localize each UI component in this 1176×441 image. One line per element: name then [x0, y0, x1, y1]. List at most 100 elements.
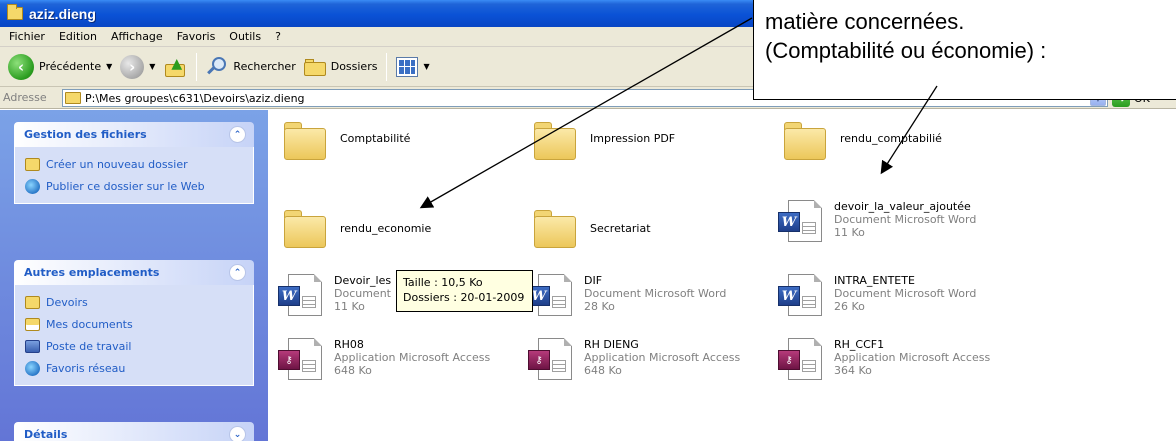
collapse-icon[interactable]: ⌃ — [229, 126, 246, 143]
other-places-header[interactable]: Autres emplacements ⌃ — [14, 260, 254, 285]
file-type: Application Microsoft Access — [834, 351, 991, 364]
menu-help[interactable]: ? — [268, 30, 288, 43]
menu-fichier[interactable]: Fichier — [2, 30, 52, 43]
expand-icon[interactable]: ⌄ — [229, 426, 246, 441]
file-item[interactable]: Impression PDF — [534, 118, 676, 160]
place-my-computer[interactable]: Poste de travail — [25, 335, 243, 357]
file-name: Impression PDF — [590, 132, 676, 145]
back-label: Précédente — [39, 60, 102, 73]
file-size: 26 Ko — [834, 300, 865, 313]
task-publish-web[interactable]: Publier ce dossier sur le Web — [25, 175, 243, 197]
file-item[interactable]: W DIF Document Microsoft Word 28 Ko — [528, 274, 726, 318]
file-item[interactable]: Comptabilité — [284, 118, 411, 160]
menu-favoris[interactable]: Favoris — [170, 30, 223, 43]
file-type: Document — [334, 287, 391, 300]
tooltip-folders: Dossiers : 20-01-2009 — [403, 291, 525, 304]
file-size: 364 Ko — [834, 364, 872, 377]
task-new-folder[interactable]: Créer un nouveau dossier — [25, 153, 243, 175]
my-documents-icon — [25, 317, 40, 331]
file-item[interactable]: ⚷ RH DIENG Application Microsoft Access … — [528, 338, 740, 382]
chevron-down-icon[interactable]: ▼ — [423, 62, 429, 71]
chevron-down-icon[interactable]: ▼ — [149, 62, 155, 71]
back-arrow-icon: ‹ — [8, 53, 34, 80]
file-type: Application Microsoft Access — [584, 351, 741, 364]
folder-icon — [284, 210, 326, 248]
collapse-icon[interactable]: ⌃ — [229, 264, 246, 281]
search-button[interactable]: Rechercher — [202, 51, 299, 83]
network-icon — [25, 360, 40, 376]
annotation-callout: matière concernées. (Comptabilité ou éco… — [753, 0, 1176, 100]
file-name: rendu_comptabilié — [840, 132, 942, 145]
file-name: DIF — [584, 274, 603, 287]
file-size: 11 Ko — [334, 300, 365, 313]
place-devoirs-label: Devoirs — [46, 295, 88, 309]
place-network-label: Favoris réseau — [46, 361, 126, 375]
folder-up-icon: ▲ — [163, 56, 187, 78]
details-panel: Détails ⌄ — [14, 422, 254, 441]
access-database-icon: ⚷ — [278, 338, 324, 382]
file-item[interactable]: W devoir_la_valeur_ajoutée Document Micr… — [778, 200, 976, 244]
file-tasks-title: Gestion des fichiers — [24, 128, 147, 141]
menu-edition[interactable]: Edition — [52, 30, 104, 43]
toolbar-separator — [196, 52, 198, 81]
folder-icon — [284, 122, 326, 160]
file-type: Document Microsoft Word — [834, 287, 977, 300]
file-size: 28 Ko — [584, 300, 615, 313]
views-icon — [396, 56, 419, 77]
file-name: rendu_economie — [340, 222, 432, 235]
back-button[interactable]: ‹ Précédente ▼ — [4, 51, 116, 83]
callout-line-1: matière concernées. — [765, 9, 965, 34]
folder-icon — [7, 4, 23, 20]
file-item[interactable]: ⚷ RH_CCF1 Application Microsoft Access 3… — [778, 338, 990, 382]
word-document-icon: W — [528, 274, 574, 318]
folders-icon — [303, 58, 326, 76]
folders-label: Dossiers — [330, 60, 378, 73]
folder-icon — [784, 122, 826, 160]
place-my-documents-label: Mes documents — [46, 317, 133, 331]
other-places-title: Autres emplacements — [24, 266, 160, 279]
publish-web-icon — [25, 178, 40, 194]
place-my-computer-label: Poste de travail — [46, 339, 132, 353]
file-name: INTRA_ENTETE — [834, 274, 915, 287]
callout-line-2: (Comptabilité ou économie) : — [765, 38, 1047, 63]
file-item[interactable]: Secretariat — [534, 206, 651, 248]
file-type: Document Microsoft Word — [584, 287, 727, 300]
task-pane: Gestion des fichiers ⌃ Créer un nouveau … — [0, 110, 268, 441]
up-folder-button[interactable]: ▲ — [159, 51, 191, 83]
file-type: Document Microsoft Word — [834, 213, 977, 226]
file-tooltip: Taille : 10,5 Ko Dossiers : 20-01-2009 — [396, 270, 533, 312]
menu-outils[interactable]: Outils — [222, 30, 268, 43]
details-header[interactable]: Détails ⌄ — [14, 422, 254, 441]
access-database-icon: ⚷ — [528, 338, 574, 382]
address-label: Adresse — [3, 91, 47, 104]
file-name: Devoir_les — [334, 274, 392, 287]
new-folder-icon — [25, 157, 40, 171]
views-button[interactable]: ▼ — [392, 51, 433, 83]
file-item[interactable]: rendu_economie — [284, 206, 432, 248]
window-title: aziz.dieng — [29, 5, 96, 22]
search-label: Rechercher — [233, 60, 296, 73]
file-tasks-header[interactable]: Gestion des fichiers ⌃ — [14, 122, 254, 147]
chevron-down-icon[interactable]: ▼ — [106, 62, 112, 71]
folders-button[interactable]: Dossiers — [300, 51, 382, 83]
menu-affichage[interactable]: Affichage — [104, 30, 170, 43]
tooltip-size: Taille : 10,5 Ko — [403, 276, 483, 289]
file-name: Comptabilité — [340, 132, 411, 145]
file-size: 648 Ko — [334, 364, 372, 377]
word-document-icon: W — [278, 274, 324, 318]
file-tasks-panel: Gestion des fichiers ⌃ Créer un nouveau … — [14, 122, 254, 204]
file-item[interactable]: W INTRA_ENTETE Document Microsoft Word 2… — [778, 274, 976, 318]
place-network[interactable]: Favoris réseau — [25, 357, 243, 379]
file-type: Application Microsoft Access — [334, 351, 491, 364]
toolbar-separator — [386, 52, 388, 81]
address-value: P:\Mes groupes\c631\Devoirs\aziz.dieng — [85, 91, 305, 105]
forward-button[interactable]: › ▼ — [116, 51, 159, 83]
file-item[interactable]: ⚷ RH08 Application Microsoft Access 648 … — [278, 338, 490, 382]
place-my-documents[interactable]: Mes documents — [25, 313, 243, 335]
place-devoirs[interactable]: Devoirs — [25, 291, 243, 313]
forward-arrow-icon: › — [120, 54, 145, 79]
task-new-folder-label: Créer un nouveau dossier — [46, 157, 188, 171]
file-item[interactable]: rendu_comptabilié — [784, 118, 942, 160]
task-publish-web-label: Publier ce dossier sur le Web — [46, 179, 205, 193]
file-item[interactable]: W Devoir_les Document 11 Ko — [278, 274, 391, 318]
